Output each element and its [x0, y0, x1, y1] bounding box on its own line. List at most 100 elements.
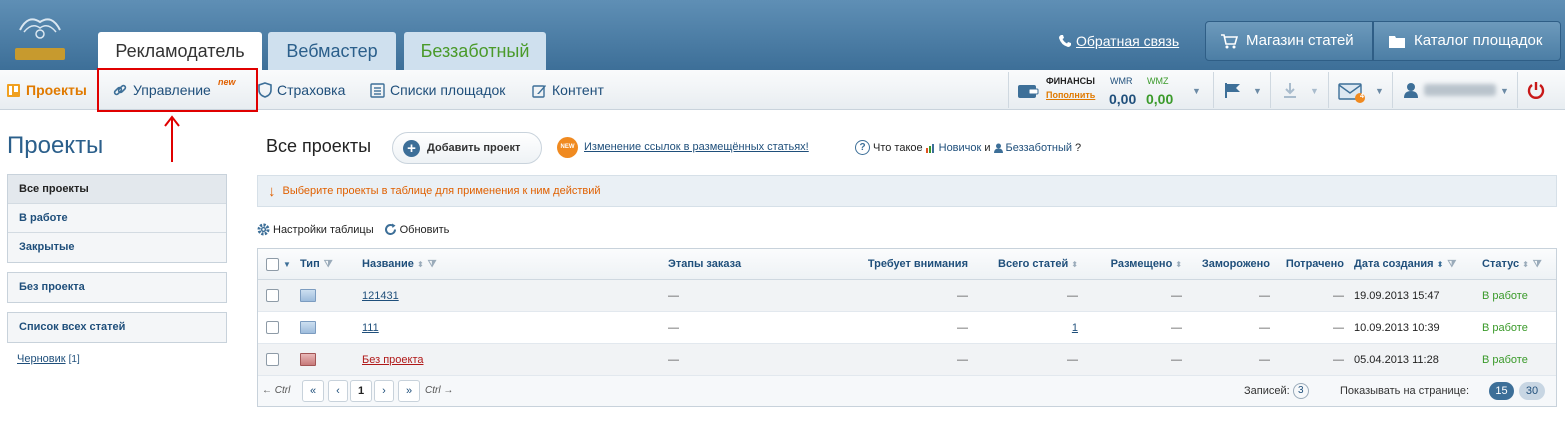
column-created[interactable]: Дата создания ⬍ ⧩ [1354, 249, 1456, 279]
new-starburst-icon: NEW [557, 137, 578, 158]
wmz-label: WMZ [1147, 76, 1169, 86]
drafts-count: [1] [68, 354, 80, 365]
filter-icon[interactable]: ⧩ [324, 259, 333, 270]
finance-label: ФИНАНСЫ [1046, 76, 1095, 86]
per-page-30-button[interactable]: 30 [1519, 382, 1545, 400]
nav-divider [1270, 72, 1271, 108]
project-name-link[interactable]: Без проекта [362, 354, 423, 366]
nav-site-lists[interactable]: Списки площадок [370, 70, 505, 110]
site-catalog-button[interactable]: Каталог площадок [1373, 21, 1561, 61]
add-project-button[interactable]: + Добавить проект [392, 132, 542, 164]
select-dropdown-icon[interactable]: ▼ [283, 260, 291, 269]
help-and: и [984, 141, 991, 154]
power-icon[interactable] [1526, 80, 1546, 100]
next-page-button[interactable]: › [374, 380, 394, 402]
user-icon[interactable] [1403, 82, 1419, 99]
project-name-link[interactable]: 121431 [362, 290, 399, 302]
gear-icon [257, 223, 270, 236]
sidebar-item-no-project[interactable]: Без проекта [8, 273, 226, 302]
column-placed[interactable]: Размещено ⬍ [1088, 249, 1182, 279]
column-name-label: Название [362, 258, 414, 270]
mail-dropdown-icon[interactable]: ▼ [1375, 86, 1384, 96]
column-created-label: Дата создания [1354, 258, 1434, 270]
selection-hint-bar: ↓ Выберите проекты в таблице для примене… [257, 175, 1557, 207]
wmr-label: WMR [1110, 76, 1133, 86]
drafts-link[interactable]: Черновик [1] [17, 353, 80, 365]
cell-attention: — [957, 321, 968, 334]
cell-status: В работе [1482, 321, 1528, 334]
site-catalog-label: Каталог площадок [1414, 32, 1543, 49]
flag-dropdown-icon[interactable]: ▼ [1253, 86, 1262, 96]
sidebar-item-in-progress[interactable]: В работе [8, 204, 226, 233]
table-row[interactable]: Без проекта — — — — — — 05.04.2013 11:28… [258, 344, 1556, 376]
cart-icon [1221, 34, 1238, 49]
user-name-blurred[interactable] [1424, 84, 1496, 96]
tab-advertiser[interactable]: Рекламодатель [98, 32, 262, 70]
sidebar-item-all-projects[interactable]: Все проекты [8, 175, 226, 204]
project-name-link[interactable]: 111 [362, 322, 379, 334]
filter-icon[interactable]: ⧩ [428, 259, 437, 270]
finance-dropdown-icon[interactable]: ▼ [1192, 86, 1201, 96]
column-attention-label: Требует внимания [867, 258, 968, 270]
row-checkbox[interactable] [266, 353, 279, 366]
cell-total: 1 [978, 312, 1078, 343]
article-shop-button[interactable]: Магазин статей [1205, 21, 1373, 61]
topup-link[interactable]: Пополнить [1046, 90, 1095, 100]
column-total-label: Всего статей [998, 258, 1069, 270]
novice-link[interactable]: Новичок [939, 142, 982, 154]
row-checkbox[interactable] [266, 321, 279, 334]
download-dropdown-icon[interactable]: ▼ [1310, 86, 1319, 96]
per-page-15-button[interactable]: 15 [1489, 382, 1514, 400]
per-page-label: Показывать на странице: [1340, 385, 1470, 397]
folder-icon [300, 353, 316, 366]
filter-icon[interactable]: ⧩ [1533, 259, 1542, 270]
prev-page-button[interactable]: ‹ [328, 380, 348, 402]
cell-total: — [1067, 353, 1078, 366]
column-spent-label: Потрачено [1285, 258, 1344, 270]
phone-icon [1059, 35, 1071, 47]
link-changes-announcement[interactable]: Изменение ссылок в размещённых статьях! [584, 141, 809, 153]
column-name[interactable]: Название ⬍ ⧩ [362, 249, 437, 279]
nav-divider [1008, 72, 1009, 108]
cell-spent: — [1333, 353, 1344, 366]
nav-projects[interactable]: Проекты [6, 70, 87, 110]
filter-icon[interactable]: ⧩ [1447, 259, 1456, 270]
column-status[interactable]: Статус ⬍ ⧩ [1482, 249, 1542, 279]
help-text: ? Что такое Новичок и Беззаботный ? [855, 140, 1081, 155]
logo-icon[interactable] [10, 8, 70, 64]
last-page-button[interactable]: » [398, 380, 420, 402]
page-title: Все проекты [266, 136, 372, 156]
column-type[interactable]: Тип ⧩ [300, 249, 333, 279]
question-icon[interactable]: ? [855, 140, 870, 155]
mail-count-badge: 4 [1360, 93, 1364, 100]
user-dropdown-icon[interactable]: ▼ [1500, 86, 1509, 96]
flag-icon[interactable] [1224, 82, 1242, 99]
sidebar-item-closed[interactable]: Закрытые [8, 233, 226, 262]
table-settings-button[interactable]: Настройки таблицы [257, 223, 374, 236]
column-total[interactable]: Всего статей ⬍ [978, 249, 1078, 279]
current-page[interactable]: 1 [350, 380, 372, 402]
sidebar-item-all-articles[interactable]: Список всех статей [8, 313, 226, 342]
plus-icon: + [403, 139, 420, 157]
nav-insurance[interactable]: Страховка [258, 70, 345, 110]
select-all-checkbox[interactable] [266, 257, 279, 271]
first-page-button[interactable]: « [302, 380, 324, 402]
table-row[interactable]: 121431 — — — — — — 19.09.2013 15:47 В ра… [258, 280, 1556, 312]
total-articles-link[interactable]: 1 [1072, 322, 1078, 334]
sort-icon: ⬍ [1071, 259, 1078, 269]
feedback-link[interactable]: Обратная связь [1058, 33, 1179, 49]
refresh-button[interactable]: Обновить [384, 223, 449, 236]
row-checkbox[interactable] [266, 289, 279, 302]
drafts-label: Черновик [17, 353, 66, 365]
projects-table: ▼ Тип ⧩ Название ⬍ ⧩ Этапы заказа Требует в… [257, 248, 1557, 407]
wallet-icon[interactable] [1017, 83, 1039, 99]
nav-content[interactable]: Контент [532, 70, 604, 110]
column-frozen-label: Заморожено [1201, 258, 1270, 270]
table-row[interactable]: 111 — — 1 — — — 10.09.2013 10:39 В работ… [258, 312, 1556, 344]
tab-webmaster[interactable]: Вебмастер [268, 32, 396, 70]
carefree-link[interactable]: Беззаботный [1006, 142, 1073, 154]
download-icon[interactable] [1282, 82, 1298, 99]
cell-attention: — [957, 353, 968, 366]
tab-carefree[interactable]: Беззаботный [404, 32, 546, 70]
ctrl-left-hint: ← Ctrl [262, 385, 291, 396]
